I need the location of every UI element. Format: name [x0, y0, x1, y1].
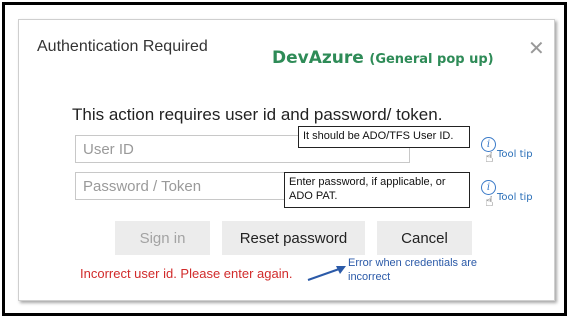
hand-pointer-icon: ☝ [485, 194, 494, 210]
instruction-text: This action requires user id and passwor… [72, 105, 443, 124]
password-tooltip: Enter password, if applicable, or ADO PA… [284, 172, 470, 208]
user-id-tooltip-text: It should be ADO/TFS User ID. [303, 130, 454, 142]
password-tooltip-line1: Enter password, if applicable, or [289, 176, 446, 188]
error-annotation-line2: incorrect [348, 271, 391, 283]
arrow-icon [307, 266, 346, 281]
brand-name: DevAzure [272, 48, 364, 68]
hand-pointer-icon: ☝ [485, 150, 494, 166]
close-icon[interactable]: ✕ [528, 36, 545, 60]
brand-note: (General pop up) [369, 52, 494, 67]
sign-in-button[interactable]: Sign in [115, 221, 210, 255]
error-message: Incorrect user id. Please enter again. [80, 266, 293, 281]
user-id-tooltip: It should be ADO/TFS User ID. [298, 126, 470, 148]
error-annotation-line1: Error when credentials are [348, 257, 478, 269]
tooltip-label-user: Tool tip [497, 149, 533, 160]
error-annotation: Error when credentials are incorrect [348, 256, 477, 284]
reset-password-button[interactable]: Reset password [222, 221, 365, 255]
dialog-title: Authentication Required [37, 38, 208, 55]
password-tooltip-line2: ADO PAT. [289, 190, 338, 202]
info-icon[interactable]: i [481, 180, 496, 195]
brand-label: DevAzure (General pop up) [272, 48, 494, 68]
tooltip-label-password: Tool tip [497, 192, 533, 203]
cancel-button[interactable]: Cancel [377, 221, 472, 255]
